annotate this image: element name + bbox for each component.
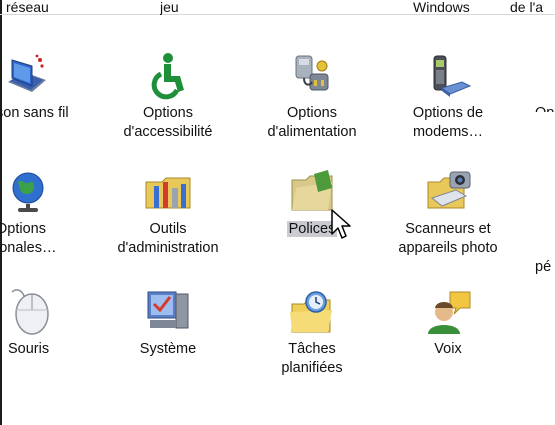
item-label: Options d'accessibilité [123, 105, 213, 140]
speech-icon [424, 288, 472, 336]
item-label: Système [139, 341, 197, 357]
item-label: Scanneurs et appareils photo [398, 221, 498, 256]
scanner-camera-icon [424, 168, 472, 216]
scheduled-tasks-icon [288, 288, 336, 336]
item-label: Options de modems… [412, 105, 484, 140]
admin-tools-icon [144, 168, 192, 216]
item-label: son sans fil [0, 105, 69, 121]
item-label: Options d'alimentation [267, 105, 357, 140]
wireless-laptop-icon [2, 52, 50, 100]
top-item-label-game[interactable]: jeu [160, 0, 200, 16]
power-plug-icon [288, 52, 336, 100]
item-label: Polices [252, 220, 372, 239]
item-label: Options ionales… [0, 221, 57, 256]
fonts-folder-icon [288, 168, 336, 216]
accessibility-icon [144, 52, 192, 100]
control-panel-item-partial-right-1[interactable]: Op [535, 52, 555, 112]
top-item-label-windows[interactable]: Windows [413, 0, 493, 16]
top-item-label-partial[interactable]: de l'a [510, 0, 555, 16]
item-label: Souris [8, 341, 50, 357]
item-label: pé [535, 259, 552, 275]
modem-phone-icon [424, 52, 472, 100]
control-panel-item-partial-right-2[interactable]: pé [535, 168, 555, 278]
system-monitor-icon [144, 288, 192, 336]
item-label: Outils d'administration [117, 221, 219, 256]
item-label: Voix [434, 341, 462, 357]
item-label: Op [535, 104, 555, 112]
top-item-label-network[interactable]: réseau [6, 0, 76, 16]
mouse-cursor-icon [330, 208, 352, 242]
globe-icon [6, 168, 54, 216]
mouse-icon [6, 288, 54, 336]
item-label: Tâches planifiées [281, 341, 343, 376]
